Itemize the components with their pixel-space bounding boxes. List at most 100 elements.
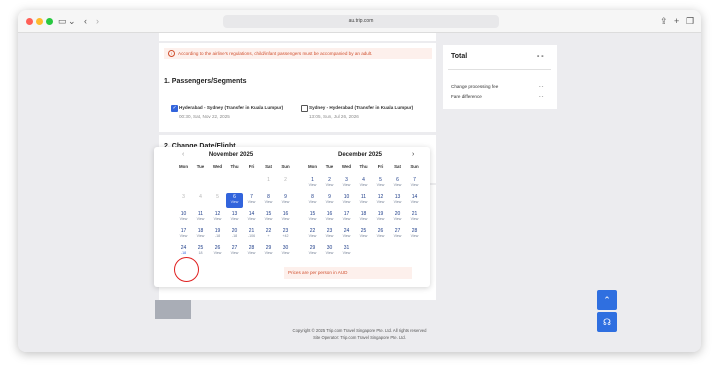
calendar-day[interactable]: 26 View: [372, 227, 389, 242]
day-price: View: [342, 217, 351, 221]
day-price: View: [196, 217, 205, 221]
day-price: -18: [231, 234, 238, 238]
day-price: View: [230, 251, 239, 255]
calendar-day[interactable]: 4 View: [355, 176, 372, 191]
calendar-day[interactable]: 17 View: [338, 210, 355, 225]
calendar-day[interactable]: 8 View: [304, 193, 321, 208]
calendar-day[interactable]: 19 View: [372, 210, 389, 225]
calendar-day[interactable]: 7 View: [243, 193, 260, 208]
fare-difference-label: Fare difference: [451, 94, 482, 99]
calendar-day[interactable]: 25 View: [355, 227, 372, 242]
day-price: View: [342, 183, 351, 187]
calendar-day[interactable]: 12 View: [209, 210, 226, 225]
segment1-checkbox[interactable]: [171, 105, 178, 112]
calendar-day[interactable]: 14 View: [243, 210, 260, 225]
calendar-day[interactable]: 22 View: [304, 227, 321, 242]
top-card: [159, 33, 436, 41]
calendar-day[interactable]: 5 View: [372, 176, 389, 191]
calendar-day[interactable]: 15 View: [304, 210, 321, 225]
calendar-day[interactable]: 6 View: [226, 193, 243, 208]
calendar-day[interactable]: 1 View: [304, 176, 321, 191]
calendar-day[interactable]: 29 View: [260, 244, 277, 259]
weekday-label: Fri: [377, 164, 384, 169]
calendar-day[interactable]: 20 -18: [226, 227, 243, 242]
calendar-day[interactable]: 12 View: [372, 193, 389, 208]
calendar-day[interactable]: 21 -106: [243, 227, 260, 242]
day-price: View: [393, 234, 402, 238]
calendar-day[interactable]: 22 +: [260, 227, 277, 242]
calendar-day[interactable]: 3 View: [338, 176, 355, 191]
day-price: View: [359, 200, 368, 204]
calendar-day[interactable]: 11 View: [355, 193, 372, 208]
day-price: View: [308, 234, 317, 238]
forward-icon[interactable]: ›: [96, 15, 99, 27]
calendar-day[interactable]: 23 View: [321, 227, 338, 242]
calendar-day[interactable]: 19 -18: [209, 227, 226, 242]
calendar-day[interactable]: 24 View: [338, 227, 355, 242]
day-price: View: [325, 251, 334, 255]
chevron-down-icon[interactable]: ⌄: [68, 15, 76, 27]
day-price: View: [359, 217, 368, 221]
close-window-button[interactable]: [26, 18, 33, 25]
calendar-day[interactable]: 10 View: [338, 193, 355, 208]
calendar-day[interactable]: 30 View: [277, 244, 294, 259]
calendar-day[interactable]: 26 View: [209, 244, 226, 259]
share-icon[interactable]: ⇪: [660, 15, 668, 27]
calendar-day[interactable]: 17 View: [175, 227, 192, 242]
calendar-day[interactable]: 13 View: [226, 210, 243, 225]
sidebar-icon[interactable]: ▭: [58, 15, 67, 27]
calendar-day[interactable]: 18 View: [192, 227, 209, 242]
calendar-day[interactable]: 28 View: [406, 227, 423, 242]
back-icon[interactable]: ‹: [84, 15, 87, 27]
weekday-label: Wed: [341, 164, 352, 169]
day-price: View: [342, 234, 351, 238]
day-price: View: [410, 183, 419, 187]
weekday-label: Thu: [359, 164, 368, 169]
weekday-label: Fri: [248, 164, 255, 169]
calendar-day[interactable]: 21 View: [406, 210, 423, 225]
calendar-day: 2: [277, 176, 294, 191]
calendar-day[interactable]: 13 View: [389, 193, 406, 208]
day-price: View: [393, 200, 402, 204]
calendar-day[interactable]: 7 View: [406, 176, 423, 191]
calendar-day[interactable]: 10 View: [175, 210, 192, 225]
calendar-day[interactable]: 23 +42: [277, 227, 294, 242]
address-bar[interactable]: au.trip.com: [223, 15, 499, 28]
back-to-top-button[interactable]: ⌃: [597, 290, 617, 310]
calendar-day[interactable]: 18 View: [355, 210, 372, 225]
day-number: 1: [267, 177, 270, 183]
day-number: 5: [216, 194, 219, 200]
calendar-day[interactable]: 6 View: [389, 176, 406, 191]
maximize-window-button[interactable]: [46, 18, 53, 25]
calendar-day[interactable]: 2 View: [321, 176, 338, 191]
tabs-overview-icon[interactable]: ❐: [686, 15, 694, 27]
calendar-day[interactable]: 20 View: [389, 210, 406, 225]
calendar-day[interactable]: 9 View: [277, 193, 294, 208]
calendar-day[interactable]: 8 View: [260, 193, 277, 208]
change-fee-label: Change processing fee: [451, 84, 499, 89]
calendar-day[interactable]: 16 View: [321, 210, 338, 225]
weekday-label: Sat: [394, 164, 401, 169]
segment2-checkbox[interactable]: [301, 105, 308, 112]
new-tab-icon[interactable]: +: [674, 15, 679, 27]
calendar-day[interactable]: 11 View: [192, 210, 209, 225]
calendar-day[interactable]: 9 View: [321, 193, 338, 208]
calendar-day[interactable]: 29 View: [304, 244, 321, 259]
minimize-window-button[interactable]: [36, 18, 43, 25]
summary-title: Total: [451, 53, 468, 60]
fare-difference-value: - -: [539, 94, 544, 99]
calendar-day[interactable]: 27 View: [226, 244, 243, 259]
calendar-day[interactable]: 25 18: [192, 244, 209, 259]
day-price: View: [281, 251, 290, 255]
calendar-day[interactable]: 16 View: [277, 210, 294, 225]
calendar-day[interactable]: 27 View: [389, 227, 406, 242]
day-price: View: [264, 217, 273, 221]
calendar-day[interactable]: 15 View: [260, 210, 277, 225]
calendar-day[interactable]: 28 View: [243, 244, 260, 259]
notice-text: According to the airline's regulations, …: [178, 51, 373, 56]
calendar-day[interactable]: 30 View: [321, 244, 338, 259]
submit-button-fragment[interactable]: [155, 300, 191, 319]
calendar-day[interactable]: 14 View: [406, 193, 423, 208]
change-fee-value: - -: [539, 84, 544, 89]
calendar-day[interactable]: 31 View: [338, 244, 355, 259]
